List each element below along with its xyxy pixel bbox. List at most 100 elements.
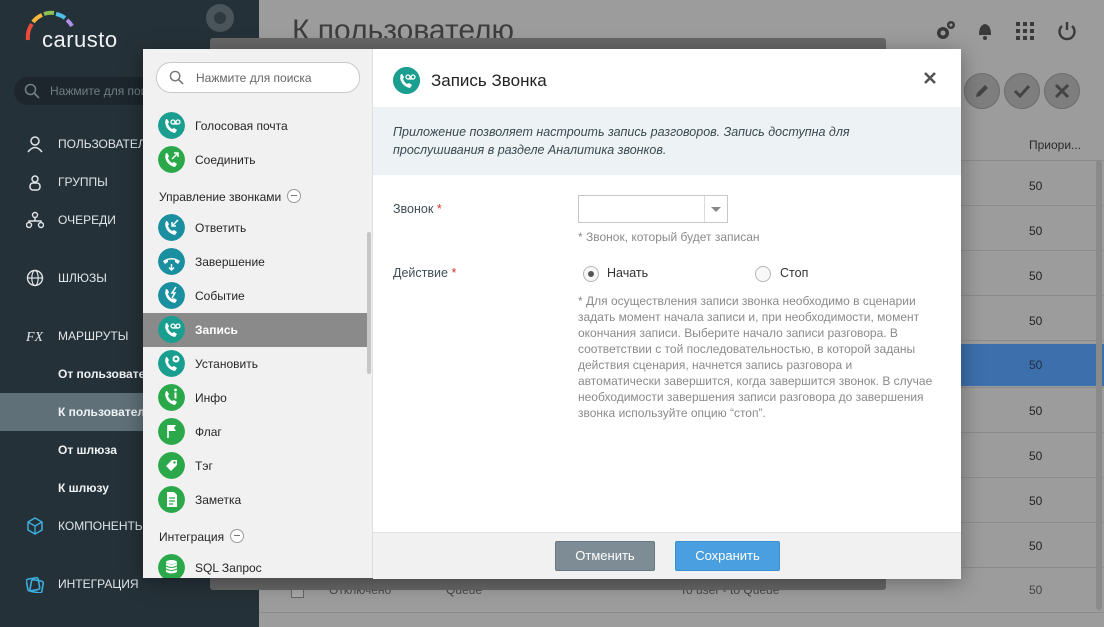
group-header-integration[interactable]: Интеграция [159, 527, 245, 544]
app-item-tag[interactable]: Тэг [143, 449, 367, 483]
nav-item-label: КОМПОНЕНТЫ [58, 519, 146, 533]
nav-item-label: ОЧЕРЕДИ [58, 213, 116, 227]
description-text: Приложение позволяет настроить запись ра… [393, 125, 850, 157]
apps-grid-icon[interactable] [1014, 20, 1036, 42]
nav-item-label: МАРШРУТЫ [58, 329, 129, 343]
app-item-sql-query[interactable]: SQL Запрос [143, 551, 367, 578]
label-text: Звонок [393, 202, 434, 216]
hangup-icon [158, 248, 185, 275]
record-icon [158, 316, 185, 343]
dialog-title: Запись Звонка [431, 71, 547, 90]
cancel-button[interactable]: Отменить [555, 541, 655, 571]
chevron-down-icon[interactable] [704, 196, 727, 222]
nav-item-label: ГРУППЫ [58, 175, 108, 189]
app-item-note[interactable]: Заметка [143, 483, 367, 517]
table-scrollbar[interactable] [1096, 160, 1102, 610]
tag-icon [158, 452, 185, 479]
app-list-scrollbar[interactable] [367, 232, 371, 374]
app-item-answer[interactable]: Ответить [143, 211, 367, 245]
settings-icon[interactable] [934, 20, 956, 42]
app-item-label: Завершение [195, 255, 265, 269]
app-item-label: Заметка [195, 493, 242, 507]
app-search[interactable] [156, 62, 360, 93]
priority-cell: 50 [1029, 449, 1043, 463]
globe-icon [26, 269, 44, 287]
dialog-footer: Отменить Сохранить [373, 532, 961, 579]
svg-text:fx: fx [26, 330, 44, 345]
label-text: Действие [393, 266, 448, 280]
radio-start-label[interactable]: Начать [607, 266, 648, 280]
priority-cell: 50 [1029, 314, 1043, 328]
sub-item-label: К пользователю [58, 405, 156, 419]
pencil-icon [976, 85, 988, 97]
app-item-voicemail[interactable]: Голосовая почта [143, 109, 367, 143]
save-button[interactable]: Сохранить [675, 541, 780, 571]
call-field-hint: * Звонок, который будет записан [578, 230, 760, 244]
app-item-hangup[interactable]: Завершение [143, 245, 367, 279]
radio-stop[interactable] [755, 266, 771, 282]
edit-button[interactable] [964, 73, 1000, 109]
confirm-button[interactable] [1004, 73, 1040, 109]
modal-frame [210, 578, 886, 590]
app-item-label: Событие [195, 289, 245, 303]
nav-item-label: ПОЛЬЗОВАТЕЛИ [58, 137, 155, 151]
group-header-call-control[interactable]: Управление звонками [159, 187, 302, 204]
group-header-label: Интеграция [159, 530, 225, 544]
app-item-label: Голосовая почта [195, 119, 288, 133]
call-field-label: Звонок * [393, 202, 442, 216]
power-icon[interactable] [1056, 20, 1078, 42]
nav-item-label: ШЛЮЗЫ [58, 271, 107, 285]
collapse-icon[interactable] [287, 189, 302, 203]
app-item-label: Флаг [195, 425, 222, 439]
nav-item-label: ИНТЕГРАЦИЯ [58, 577, 139, 591]
radio-start[interactable] [583, 266, 599, 282]
close-icon[interactable] [921, 69, 939, 87]
required-mark: * [451, 266, 457, 280]
priority-cell: 50 [1029, 269, 1043, 283]
cube-icon [27, 517, 43, 535]
priority-cell: 50 [1029, 358, 1043, 372]
app-item-label: Запись [195, 323, 238, 337]
close-icon [1054, 83, 1070, 99]
app-item-flag[interactable]: Флаг [143, 415, 367, 449]
group-header-label: Управление звонками [159, 190, 282, 204]
answer-icon [158, 214, 185, 241]
groups-icon [29, 175, 41, 191]
search-icon [169, 70, 184, 85]
priority-cell: 50 [1029, 179, 1043, 193]
app-item-record[interactable]: Запись [143, 313, 367, 347]
priority-cell: 50 [1029, 224, 1043, 238]
app-item-label: Ответить [195, 221, 247, 235]
search-input[interactable] [194, 68, 353, 88]
collapse-icon[interactable] [230, 529, 245, 543]
sub-item-label: К шлюзу [58, 481, 109, 495]
app-item-label: Установить [195, 357, 258, 371]
app-item-connect[interactable]: Соединить [143, 143, 367, 177]
set-icon [158, 350, 185, 377]
column-header-priority[interactable]: Приори... [1029, 138, 1081, 152]
bell-icon[interactable] [974, 20, 996, 42]
app-item-info[interactable]: Инфо [143, 381, 367, 415]
action-field-hint: * Для осуществления записи звонка необхо… [578, 294, 933, 420]
event-icon [158, 282, 185, 309]
app-description: Приложение позволяет настроить запись ра… [373, 107, 961, 175]
application-list-panel: Голосовая почта Соединить Управление зво… [143, 49, 373, 578]
record-icon [393, 67, 420, 94]
queues-icon [26, 211, 44, 229]
search-icon [24, 83, 40, 99]
sub-item-label: От шлюза [58, 443, 117, 457]
modal-frame [210, 38, 886, 49]
action-field-label: Действие * [393, 266, 456, 280]
fx-icon: fx [26, 330, 44, 345]
note-icon [158, 486, 185, 513]
app-item-set[interactable]: Установить [143, 347, 367, 381]
app-item-label: SQL Запрос [195, 561, 262, 575]
row-divider [259, 612, 1104, 613]
check-icon [1013, 84, 1031, 99]
database-icon [158, 554, 185, 578]
app-item-event[interactable]: Событие [143, 279, 367, 313]
call-select[interactable] [578, 195, 728, 223]
delete-button[interactable] [1044, 73, 1080, 109]
radio-stop-label[interactable]: Стоп [780, 266, 808, 280]
integration-icon [26, 576, 44, 593]
